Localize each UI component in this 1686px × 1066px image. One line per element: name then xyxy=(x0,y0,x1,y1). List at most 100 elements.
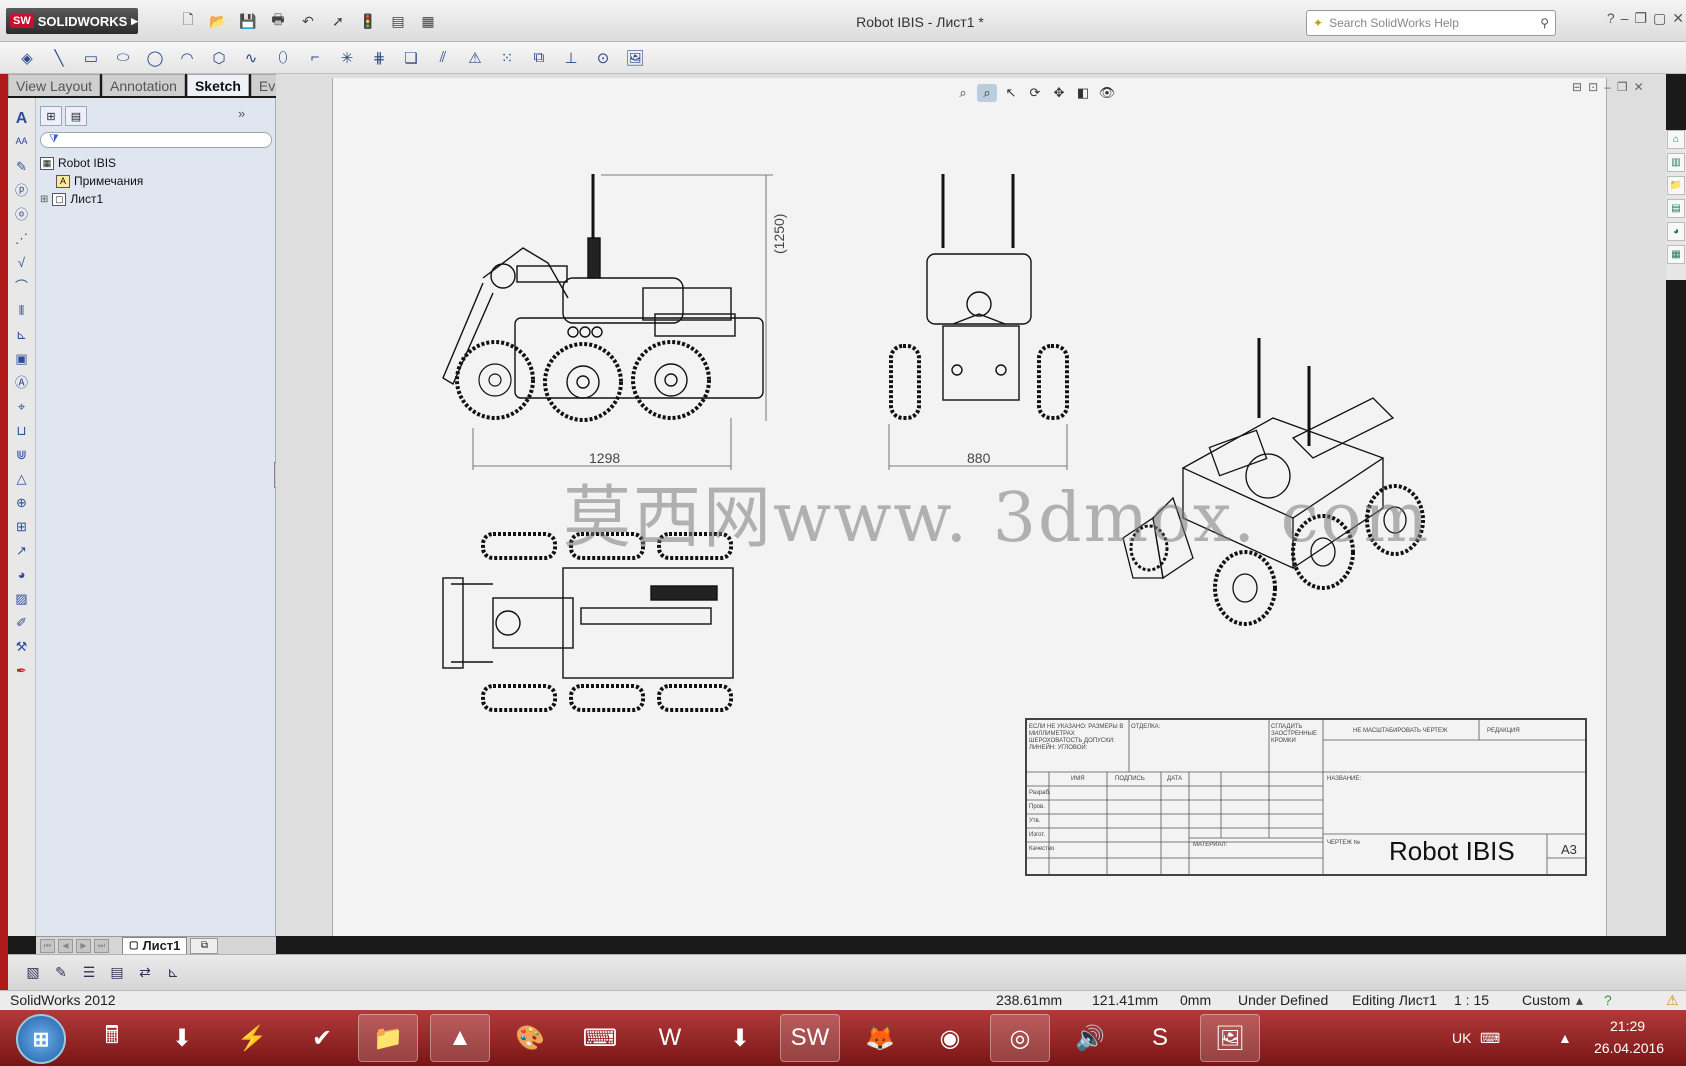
appearances-icon[interactable]: ◕ xyxy=(1667,222,1685,241)
maximize-icon[interactable]: ▢ xyxy=(1653,10,1666,32)
options-icon[interactable]: ▦ xyxy=(416,9,440,33)
notification-icon[interactable]: ⚠ xyxy=(1666,992,1679,1009)
prev-sheet-icon[interactable]: ◀ xyxy=(58,938,73,953)
datum-feature-icon[interactable]: ▣ xyxy=(12,350,32,367)
centerline-icon[interactable]: ⋓ xyxy=(12,446,32,463)
side-view[interactable] xyxy=(442,174,764,422)
split-horizontal-icon[interactable]: ⊡ xyxy=(1588,80,1598,94)
viewport-minimize-icon[interactable]: – xyxy=(1604,80,1611,94)
rectangle-icon[interactable]: ▭ xyxy=(78,46,104,70)
line-style-icon[interactable]: ▤ xyxy=(106,962,128,984)
repair-sketch-icon[interactable]: ⊙ xyxy=(590,46,616,70)
select-pointer-icon[interactable]: ➚ xyxy=(326,9,350,33)
keyboard-icon[interactable]: ⌨ xyxy=(570,1014,630,1062)
keyboard-tray-icon[interactable]: ⌨ xyxy=(1480,1030,1500,1047)
tab-view-layout[interactable]: View Layout xyxy=(8,74,101,96)
solidworks-menu-button[interactable]: SW SOLIDWORKS ▸ xyxy=(6,8,138,34)
mirror-icon[interactable]: ⚠ xyxy=(462,46,488,70)
add-sheet-icon[interactable]: ⧉ xyxy=(190,937,219,954)
line-icon[interactable]: ╲ xyxy=(46,46,72,70)
center-mark-icon[interactable]: ⊔ xyxy=(12,422,32,439)
weld-symbol-icon[interactable]: ⌒ xyxy=(12,278,32,295)
model-items-icon[interactable]: ↗ xyxy=(12,542,32,559)
volume-icon[interactable]: 🔊 xyxy=(1060,1014,1120,1062)
next-sheet-icon[interactable]: ▶ xyxy=(76,938,91,953)
cosmetic-thread-icon[interactable]: ⚒ xyxy=(12,638,32,655)
language-indicator[interactable]: UK xyxy=(1452,1030,1471,1046)
viewport-restore-icon[interactable]: ❐ xyxy=(1617,80,1628,94)
balloon-icon[interactable]: ⓟ xyxy=(12,182,32,199)
split-view-icon[interactable]: ⊟ xyxy=(1572,80,1582,94)
sketch-picture-icon[interactable]: 🖼 xyxy=(622,46,648,70)
rebuild-icon[interactable]: 🚦 xyxy=(356,9,380,33)
viewport-close-icon[interactable]: ✕ xyxy=(1634,80,1644,94)
spell-check-icon[interactable]: ✎ xyxy=(12,158,32,175)
resources-icon[interactable]: ⌂ xyxy=(1667,130,1685,149)
clock-date[interactable]: 26.04.2016 xyxy=(1594,1040,1664,1056)
point-icon[interactable]: ✳ xyxy=(334,46,360,70)
search-icon[interactable]: ⚲ xyxy=(1540,16,1549,30)
print-icon[interactable]: 🖶 xyxy=(266,9,290,33)
tree-root[interactable]: ▦ Robot IBIS xyxy=(40,156,116,170)
layer-icon[interactable]: ▧ xyxy=(22,962,44,984)
area-hatch-icon[interactable]: ⊕ xyxy=(12,494,32,511)
close-icon[interactable]: ✕ xyxy=(1672,10,1684,32)
view-palette-icon[interactable]: ▤ xyxy=(1667,199,1685,218)
circle-icon[interactable]: ◯ xyxy=(142,46,168,70)
tab-annotation[interactable]: Annotation xyxy=(102,74,185,96)
search-box[interactable]: ✦ Search SolidWorks Help ⚲ xyxy=(1306,10,1556,36)
display-relations-icon[interactable]: ⊥ xyxy=(558,46,584,70)
start-button[interactable]: ⊞ xyxy=(16,1014,66,1064)
blocks-icon[interactable]: ⌖ xyxy=(12,398,32,415)
units-selector[interactable]: Custom xyxy=(1522,992,1570,1008)
first-sheet-icon[interactable]: ⏮ xyxy=(40,938,55,953)
last-sheet-icon[interactable]: ⏭ xyxy=(94,938,109,953)
tree-item-annotations[interactable]: A Примечания xyxy=(56,174,143,188)
nvidia-icon[interactable]: ◉ xyxy=(920,1014,980,1062)
smart-dimension-icon[interactable]: ◈ xyxy=(14,46,40,70)
restore-icon[interactable]: ❐ xyxy=(1634,10,1647,32)
search-input[interactable]: Search SolidWorks Help xyxy=(1329,16,1534,30)
design-library-icon[interactable]: ▥ xyxy=(1667,153,1685,172)
custom-properties-icon[interactable]: ▦ xyxy=(1667,245,1685,264)
vlc-icon[interactable]: ▲ xyxy=(430,1014,490,1062)
arc-icon[interactable]: ◠ xyxy=(174,46,200,70)
convert-entities-icon[interactable]: ❏ xyxy=(398,46,424,70)
drawing-sheet[interactable]: ⌕ ⌕ ↖ ⟳ ✥ ◧ 👁 (1250) 1298 880 莫西网www. 3d… xyxy=(332,78,1607,936)
filter-field[interactable]: ⧩ xyxy=(40,132,272,148)
word-icon[interactable]: W xyxy=(640,1014,700,1062)
trim-icon[interactable]: ⋕ xyxy=(366,46,392,70)
expand-plus-icon[interactable]: ⊞ xyxy=(40,194,48,205)
property-manager-tab-icon[interactable]: ▤ xyxy=(65,106,87,126)
open-folder-icon[interactable]: 📂 xyxy=(206,9,230,33)
ellipse-icon[interactable]: ⬯ xyxy=(270,46,296,70)
table-icon[interactable]: ⊞ xyxy=(12,518,32,535)
new-document-icon[interactable]: 🗋 xyxy=(176,9,200,33)
format-painter-icon[interactable]: ✐ xyxy=(12,614,32,631)
help-icon[interactable]: ? xyxy=(1607,10,1615,32)
geometric-tolerance-icon[interactable]: ⊾ xyxy=(12,326,32,343)
show-hidden-icons-icon[interactable]: ▲ xyxy=(1558,1030,1572,1046)
solidworks-taskbar-icon[interactable]: SW xyxy=(780,1014,840,1062)
calculator-icon[interactable]: 🖩 xyxy=(82,1014,142,1062)
file-properties-icon[interactable]: ▤ xyxy=(386,9,410,33)
offset-icon[interactable]: ⫽ xyxy=(430,46,456,70)
color-display-mode-icon[interactable]: ⊾ xyxy=(162,962,184,984)
minimize-icon[interactable]: – xyxy=(1621,10,1629,32)
line-color-icon[interactable]: ✎ xyxy=(50,962,72,984)
magnetic-line-icon[interactable]: ⋰ xyxy=(12,230,32,247)
feature-tree-tab-icon[interactable]: ⊞ xyxy=(40,106,62,126)
markup-icon[interactable]: ✒ xyxy=(12,662,32,679)
linear-pattern-icon[interactable]: ⁙ xyxy=(494,46,520,70)
units-up-icon[interactable]: ▴ xyxy=(1576,992,1583,1009)
slot-icon[interactable]: ⬭ xyxy=(110,46,136,70)
note-icon[interactable]: A xyxy=(12,110,32,127)
polygon-icon[interactable]: ⬡ xyxy=(206,46,232,70)
height-dimension[interactable]: (1250) xyxy=(771,214,787,254)
move-entities-icon[interactable]: ⧉ xyxy=(526,46,552,70)
fillet-icon[interactable]: ⌐ xyxy=(302,46,328,70)
download-icon[interactable]: ⬇ xyxy=(152,1014,212,1062)
save-icon[interactable]: 💾 xyxy=(236,9,260,33)
chrome-icon[interactable]: ◎ xyxy=(990,1014,1050,1062)
surface-finish-icon[interactable]: √ xyxy=(12,254,32,271)
